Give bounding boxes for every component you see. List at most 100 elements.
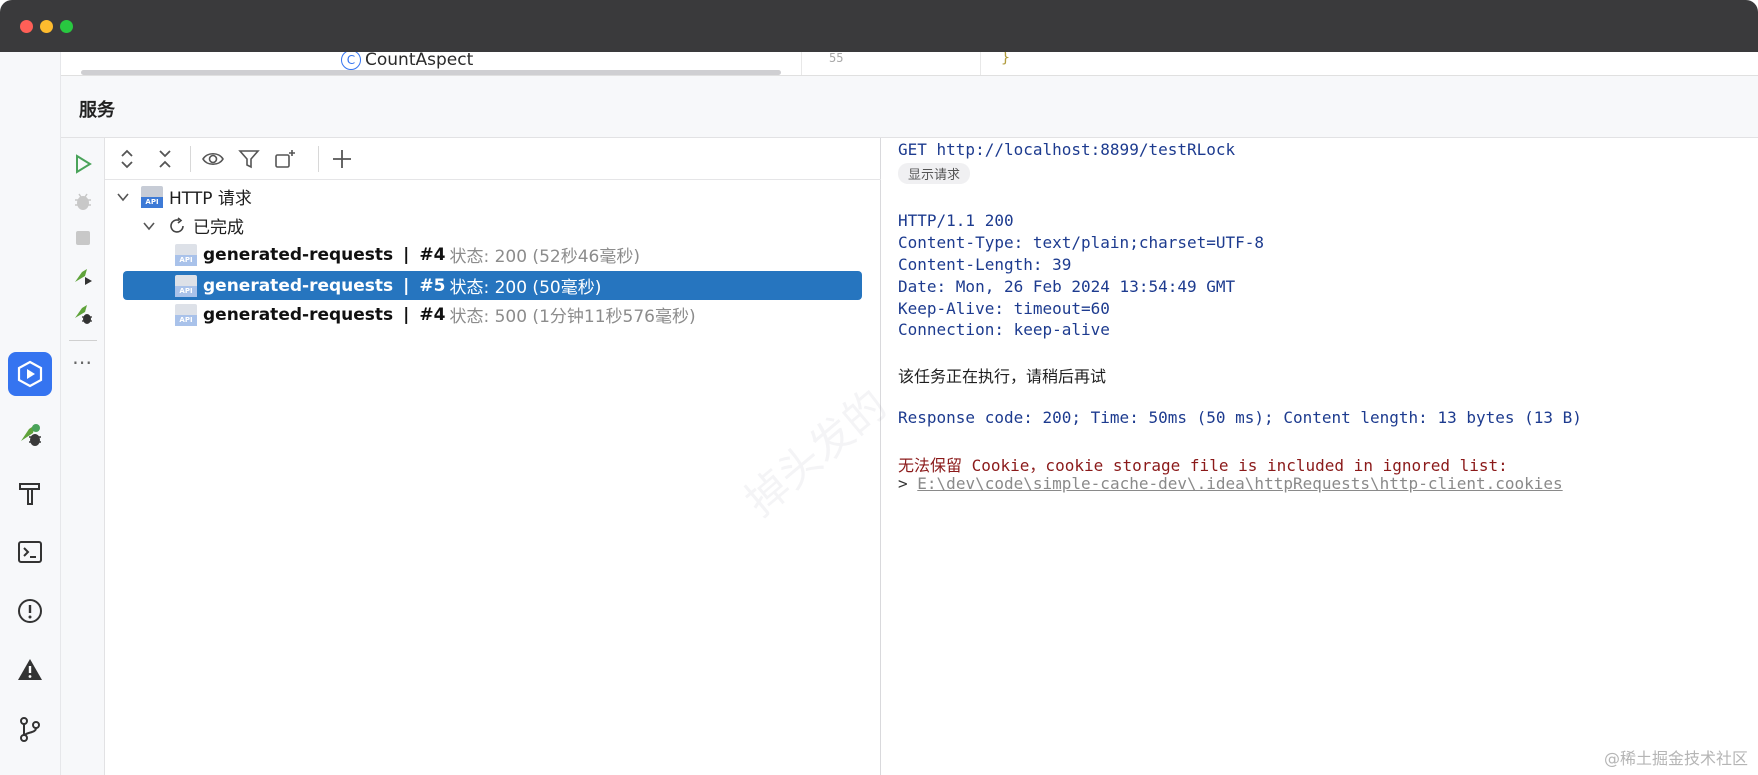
terminal-icon (18, 541, 42, 563)
plus-icon (333, 150, 351, 168)
panel-title: 服务 (79, 100, 115, 121)
close-window-button[interactable] (20, 20, 33, 33)
toolbar-separator (318, 146, 319, 172)
site-watermark: @稀土掘金技术社区 (1603, 749, 1748, 768)
tool-window-strip (0, 52, 61, 775)
stop-icon (76, 231, 90, 245)
services-tool-button[interactable] (8, 352, 52, 396)
request-line: GET http://localhost:8899/testRLock (898, 140, 1236, 159)
response-summary: Response code: 200; Time: 50ms (50 ms); … (898, 408, 1582, 427)
build-tool-button[interactable] (8, 471, 52, 515)
expand-all-icon (121, 149, 133, 169)
filter-icon (238, 150, 260, 169)
git-tool-button[interactable] (8, 707, 52, 751)
request-separator: | (403, 244, 410, 265)
services-action-bar: ⋯ (61, 138, 105, 775)
git-branch-icon (20, 717, 40, 742)
code-snippet: } (1001, 52, 1011, 66)
response-header: Keep-Alive: timeout=60 (898, 299, 1110, 318)
tree-toolbar (105, 138, 881, 180)
rocket-debug-icon (75, 305, 92, 324)
request-name: generated-requests (203, 244, 394, 265)
tree-node-http-requests[interactable]: API HTTP 请求 (115, 182, 252, 211)
request-name: generated-requests (203, 275, 394, 296)
api-icon: API (141, 185, 163, 208)
cookie-file-link[interactable]: E:\dev\code\simple-cache-dev\.idea\httpR… (917, 474, 1562, 493)
horizontal-scrollbar[interactable] (81, 70, 781, 75)
minimize-window-button[interactable] (40, 20, 53, 33)
request-item[interactable]: API generated-requests | #4 状态: 200 (52秒… (175, 240, 640, 269)
terminal-tool-button[interactable] (8, 530, 52, 574)
chevron-down-icon[interactable] (141, 218, 157, 234)
response-header: Date: Mon, 26 Feb 2024 13:54:49 GMT (898, 277, 1236, 296)
cookie-prefix: > (898, 474, 908, 493)
tree-node-label: 已完成 (193, 218, 244, 238)
tree-node-label: HTTP 请求 (169, 189, 252, 209)
api-icon: API (175, 243, 197, 266)
services-panel-header: 服务 (61, 76, 1758, 138)
response-header: Connection: keep-alive (898, 320, 1110, 339)
request-item-selected[interactable]: API generated-requests | #5 状态: 200 (50毫… (123, 271, 862, 300)
view-options-button[interactable] (201, 147, 225, 171)
cookie-warning: 无法保留 Cookie，cookie storage file is inclu… (898, 456, 1508, 475)
line-number: 55 (829, 52, 844, 65)
toolbar-separator (190, 146, 191, 172)
api-icon: API (175, 274, 197, 297)
chevron-down-icon[interactable] (115, 189, 131, 205)
show-request-button[interactable]: 显示请求 (898, 163, 971, 184)
api-icon: API (175, 303, 197, 326)
collapse-all-icon (159, 150, 171, 168)
run-with-profiler-button[interactable] (71, 264, 95, 288)
action-separator (69, 340, 97, 341)
debug-with-profiler-button[interactable] (71, 302, 95, 326)
eye-icon (202, 152, 224, 166)
response-header: HTTP/1.1 200 (898, 211, 1014, 230)
request-separator: | (403, 304, 410, 325)
request-item[interactable]: API generated-requests | #4 状态: 500 (1分钟… (175, 300, 696, 329)
expand-all-button[interactable] (115, 147, 139, 171)
refresh-icon (167, 216, 187, 236)
request-number: #4 (419, 244, 446, 265)
class-tab[interactable]: C CountAspect (341, 52, 473, 70)
cookie-path-line: > E:\dev\code\simple-cache-dev\.idea\htt… (898, 474, 1563, 493)
add-group-icon (275, 150, 295, 168)
response-panel: GET http://localhost:8899/testRLock 显示请求… (882, 138, 1758, 775)
filter-button[interactable] (237, 147, 261, 171)
collapse-all-button[interactable] (153, 147, 177, 171)
debug-button[interactable] (71, 189, 95, 213)
problems-icon (18, 599, 42, 623)
warnings-tool-button[interactable] (8, 648, 52, 692)
stop-button[interactable] (71, 226, 95, 250)
new-group-button[interactable] (273, 147, 297, 171)
warning-icon (18, 659, 42, 680)
run-button[interactable] (71, 152, 95, 176)
class-icon: C (341, 52, 361, 70)
editor-gutter (801, 52, 981, 75)
run-icon (76, 154, 92, 174)
more-actions-icon[interactable]: ⋯ (72, 350, 93, 374)
rocket-bug-icon (21, 424, 41, 446)
editor-peek: C CountAspect 55 } (61, 52, 1758, 76)
profiler-tool-button[interactable] (8, 412, 52, 456)
ide-window: C CountAspect 55 } 服务 ⋯ API HTTP 请求 已完成 … (0, 0, 1758, 775)
request-status: 状态: 200 (52秒46毫秒) (449, 247, 640, 267)
add-service-button[interactable] (330, 147, 354, 171)
request-name: generated-requests (203, 304, 394, 325)
request-separator: | (403, 275, 410, 296)
maximize-window-button[interactable] (60, 20, 73, 33)
rocket-run-icon (75, 269, 92, 285)
title-bar (0, 0, 1758, 52)
request-status: 状态: 200 (50毫秒) (449, 278, 602, 298)
problems-tool-button[interactable] (8, 589, 52, 633)
request-number: #5 (419, 275, 446, 296)
class-name: CountAspect (365, 52, 474, 70)
tree-node-completed[interactable]: 已完成 (141, 211, 244, 240)
response-header: Content-Length: 39 (898, 255, 1072, 274)
bug-icon (75, 193, 91, 210)
request-number: #4 (419, 304, 446, 325)
services-icon (17, 360, 43, 388)
hammer-icon (19, 483, 40, 505)
response-body: 该任务正在执行，请稍后再试 (898, 367, 1107, 386)
request-status: 状态: 500 (1分钟11秒576毫秒) (449, 307, 696, 327)
response-header: Content-Type: text/plain;charset=UTF-8 (898, 233, 1265, 252)
